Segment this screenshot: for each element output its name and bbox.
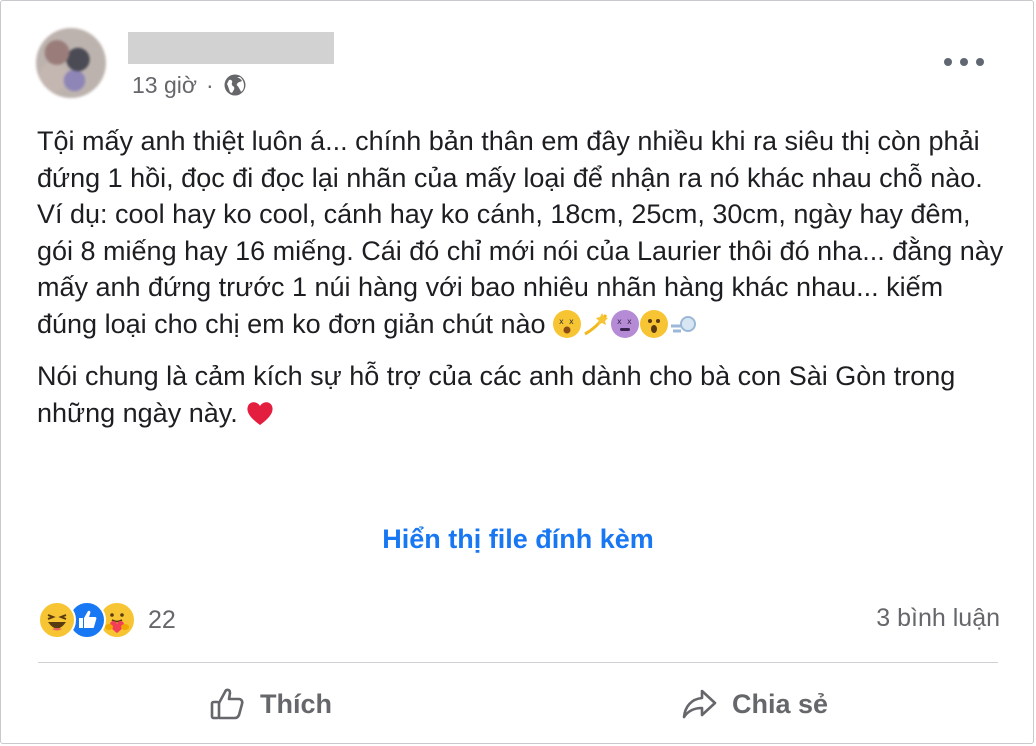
post-meta: 13 giờ ·: [132, 70, 247, 100]
post-paragraph-1-text: Tội mấy anh thiệt luôn á... chính bản th…: [37, 126, 1004, 339]
share-label: Chia sẻ: [732, 688, 829, 719]
avatar[interactable]: [36, 28, 106, 98]
post-paragraph-2: Nói chung là cảm kích sự hỗ trợ của các …: [37, 358, 1007, 431]
reactions-summary[interactable]: 22: [38, 601, 176, 639]
show-attachment-link[interactable]: Hiển thị file đính kèm: [0, 524, 1036, 555]
svg-text:x: x: [559, 317, 564, 326]
haha-reaction-icon: [38, 601, 76, 639]
meta-separator: ·: [205, 71, 214, 98]
divider: [38, 662, 998, 663]
svg-text:x: x: [627, 317, 632, 326]
share-arrow-icon: [682, 689, 717, 719]
post-paragraph-2-text: Nói chung là cảm kích sự hỗ trợ của các …: [37, 361, 956, 428]
share-button[interactable]: Chia sẻ: [680, 684, 828, 724]
post-time[interactable]: 13 giờ: [132, 72, 197, 99]
dizzy-face-emoji: xx: [553, 309, 582, 338]
knocked-out-face-emoji: xx: [611, 309, 640, 338]
globe-icon[interactable]: [223, 73, 247, 97]
dash-emoji: [669, 310, 697, 338]
reaction-count: 22: [148, 605, 176, 634]
hushed-face-emoji: [640, 309, 669, 338]
post-paragraph-1: Tội mấy anh thiệt luôn á... chính bản th…: [37, 123, 1007, 342]
author-name-redacted[interactable]: [128, 32, 334, 64]
like-label: Thích: [260, 688, 332, 719]
dizzy-emoji: [582, 310, 610, 338]
comment-count[interactable]: 3 bình luận: [876, 604, 1000, 633]
more-options-icon[interactable]: [944, 52, 984, 72]
post-body: Tội mấy anh thiệt luôn á... chính bản th…: [37, 123, 1007, 431]
svg-text:x: x: [617, 317, 622, 326]
red-heart-emoji: [245, 398, 275, 428]
like-button[interactable]: Thích: [208, 684, 332, 724]
thumbs-up-icon: [210, 688, 244, 720]
svg-text:x: x: [569, 317, 574, 326]
